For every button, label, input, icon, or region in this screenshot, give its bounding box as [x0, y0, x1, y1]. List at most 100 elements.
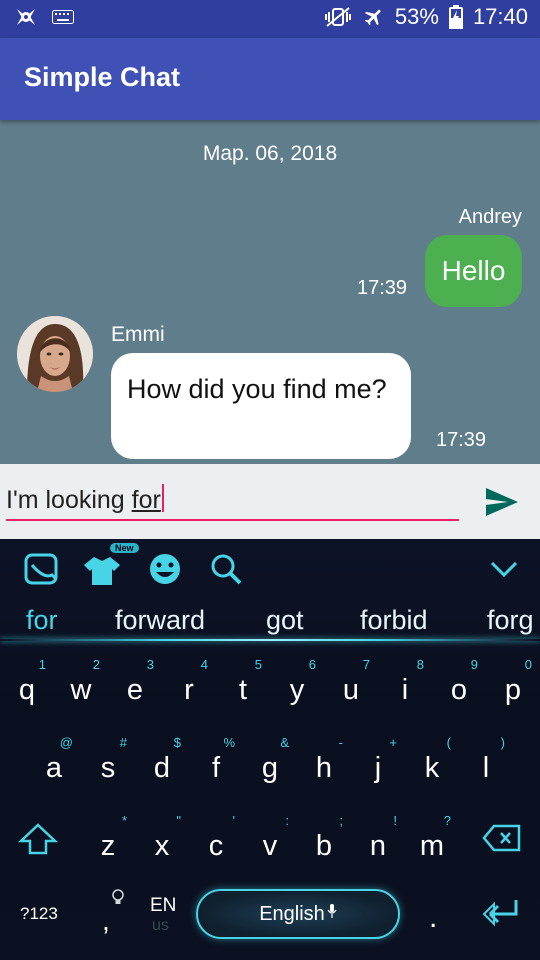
key-b[interactable]: ; b	[297, 807, 351, 877]
key-label: n	[369, 830, 387, 862]
key-secondary: 1	[38, 657, 46, 672]
text-caret	[161, 484, 164, 512]
input-composing-word: for	[131, 486, 161, 514]
key-t[interactable]: 5t	[216, 651, 270, 721]
key-secondary: :	[285, 813, 289, 828]
chevron-down-icon[interactable]	[484, 551, 524, 587]
key-secondary: '	[232, 813, 235, 828]
key-i[interactable]: 8i	[378, 651, 432, 721]
send-icon[interactable]	[484, 486, 520, 518]
key-period[interactable]: .	[429, 901, 437, 935]
key-comma[interactable]: ,	[102, 905, 110, 937]
key-label: a	[45, 752, 63, 784]
key-label: b	[315, 830, 333, 862]
key-v[interactable]: :v	[243, 807, 297, 877]
swipe-gesture-icon[interactable]	[22, 551, 62, 587]
key-s[interactable]: # s	[81, 729, 135, 799]
language-region: us	[152, 917, 169, 934]
key-a[interactable]: @ a	[27, 729, 81, 799]
key-m[interactable]: ? m	[405, 807, 459, 877]
key-label: y	[289, 674, 305, 706]
theme-shirt-icon[interactable]	[82, 551, 122, 587]
suggestion-bar: for forward got forbid forg	[0, 601, 540, 641]
key-label: f	[211, 752, 221, 784]
keyboard-icon	[52, 10, 74, 24]
key-label: h	[315, 752, 333, 784]
key-e[interactable]: 3e	[108, 651, 162, 721]
shift-icon[interactable]	[18, 822, 58, 856]
avatar[interactable]	[17, 316, 93, 392]
microphone-icon	[327, 904, 337, 918]
message-sender: Emmi	[111, 323, 165, 346]
message-input[interactable]: I'm looking for	[6, 484, 164, 515]
message-sender: Andrey	[458, 206, 522, 228]
battery-charging-icon	[448, 5, 463, 29]
enter-icon[interactable]	[480, 897, 522, 929]
space-bar[interactable]: English	[196, 889, 400, 939]
space-bar-label: English	[259, 902, 325, 925]
input-value-prefix: I'm looking	[6, 486, 132, 514]
key-secondary: )	[500, 735, 505, 750]
key-f[interactable]: % f	[189, 729, 243, 799]
suggestion-item[interactable]: forbid	[360, 605, 428, 636]
key-q[interactable]: 1q	[0, 651, 54, 721]
key-secondary: ?	[443, 813, 451, 828]
key-u[interactable]: 7u	[324, 651, 378, 721]
key-secondary: 3	[146, 657, 154, 672]
key-g[interactable]: & g	[243, 729, 297, 799]
key-secondary: "	[176, 813, 181, 828]
key-secondary: -	[338, 735, 343, 750]
key-secondary: #	[119, 735, 127, 750]
chat-area[interactable]: Map. 06, 2018 Andrey Hello 17:39 Emmi Ho…	[0, 120, 540, 464]
key-y[interactable]: 6y	[270, 651, 324, 721]
key-label: j	[374, 752, 382, 784]
message-bubble-outgoing[interactable]: Hello	[425, 235, 522, 307]
battery-percent: 53%	[394, 4, 439, 29]
lightbulb-icon	[112, 889, 124, 904]
key-x[interactable]: " x	[135, 807, 189, 877]
language-key[interactable]: EN	[150, 895, 176, 917]
key-secondary: 6	[308, 657, 316, 672]
key-k[interactable]: (k	[405, 729, 459, 799]
key-o[interactable]: 9o	[432, 651, 486, 721]
message-bubble-incoming[interactable]: How did you find me?	[111, 353, 411, 459]
suggestion-item[interactable]: for	[26, 605, 58, 636]
key-secondary: 9	[470, 657, 478, 672]
key-p[interactable]: 0p	[486, 651, 540, 721]
key-z[interactable]: * z	[81, 807, 135, 877]
key-secondary: *	[121, 813, 127, 828]
key-c[interactable]: ' c	[189, 807, 243, 877]
key-h[interactable]: -h	[297, 729, 351, 799]
suggestion-item[interactable]: forward	[115, 605, 205, 636]
key-label: s	[100, 752, 116, 784]
key-r[interactable]: 4r	[162, 651, 216, 721]
clock: 17:40	[472, 4, 528, 29]
key-n[interactable]: ! n	[351, 807, 405, 877]
emoji-icon[interactable]	[145, 551, 185, 587]
key-j[interactable]: + j	[351, 729, 405, 799]
chat-date: Map. 06, 2018	[202, 142, 338, 165]
key-secondary: %	[223, 735, 235, 750]
backspace-icon[interactable]	[482, 823, 522, 853]
message-time: 17:39	[357, 277, 408, 299]
key-w[interactable]: 2w	[54, 651, 108, 721]
key-secondary: &	[280, 735, 289, 750]
key-label: m	[419, 830, 445, 862]
key-secondary: 5	[254, 657, 262, 672]
key-label: e	[126, 674, 144, 706]
airplane-mode-icon	[364, 9, 381, 26]
key-label: c	[208, 830, 224, 862]
key-l[interactable]: ) l	[459, 729, 513, 799]
key-d[interactable]: $ d	[135, 729, 189, 799]
suggestion-item[interactable]: forg	[487, 605, 534, 636]
keyboard: New for forward got forbid forg 1q 2w 3e…	[0, 539, 540, 960]
new-badge: New	[110, 543, 139, 553]
key-secondary: ;	[339, 813, 343, 828]
symbols-key[interactable]: ?123	[20, 904, 58, 924]
key-label: l	[482, 752, 490, 784]
key-label: q	[18, 674, 36, 706]
search-icon[interactable]	[206, 551, 246, 587]
key-label: x	[154, 830, 170, 862]
suggestion-item[interactable]: got	[266, 605, 304, 636]
key-secondary: 8	[416, 657, 424, 672]
